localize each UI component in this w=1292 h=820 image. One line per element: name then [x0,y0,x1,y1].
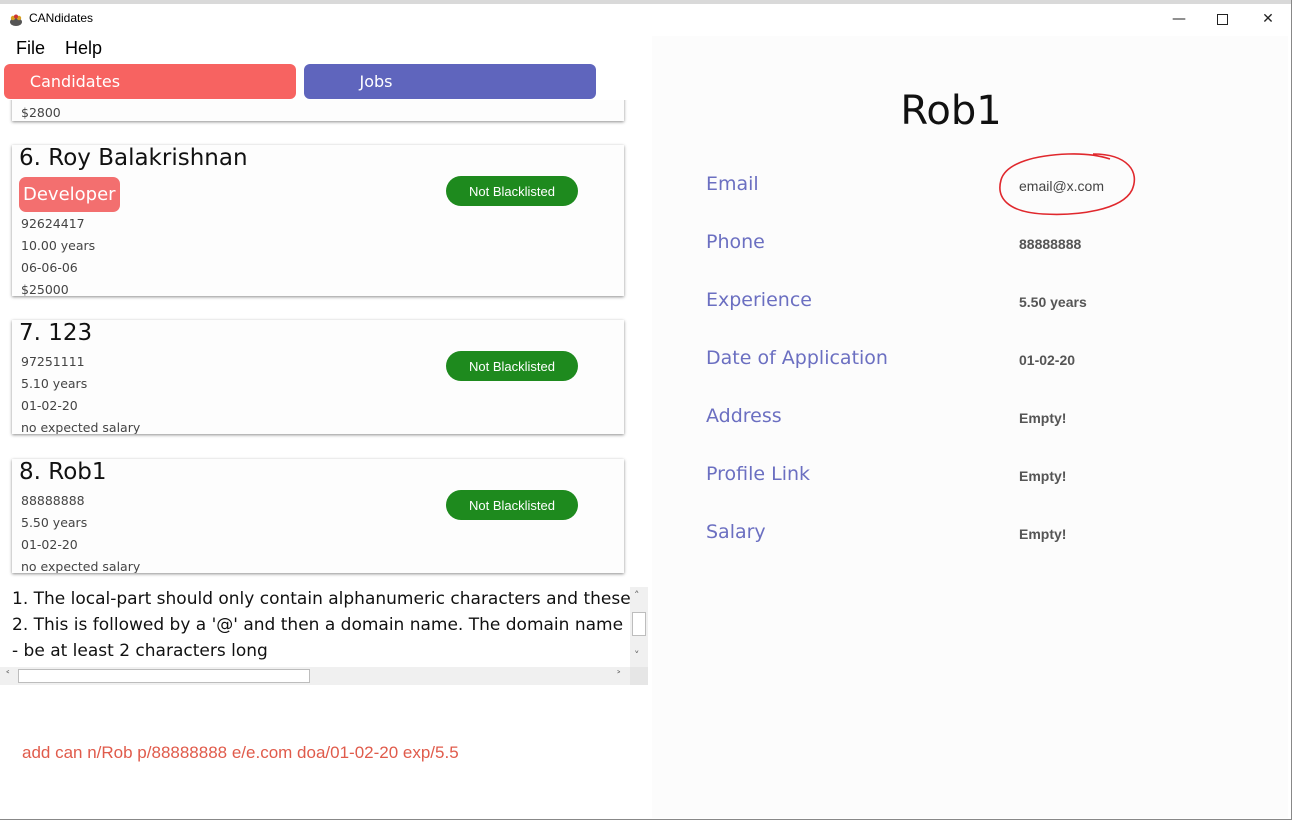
menu-file[interactable]: File [16,38,45,59]
candidate-title: 8. Rob1 [19,459,107,485]
candidate-phone: 92624417 [21,216,85,231]
result-line: - be at least 2 characters long [12,641,268,661]
tab-candidates[interactable]: Candidates [4,64,296,99]
blacklist-status-badge: Not Blacklisted [446,351,578,381]
candidate-date: 01-02-20 [21,398,78,413]
detail-panel [652,36,1288,818]
blacklist-status-badge: Not Blacklisted [446,490,578,520]
candidate-salary: $2800 [21,105,61,120]
maximize-button[interactable] [1199,4,1245,34]
blacklist-status-badge: Not Blacklisted [446,176,578,206]
tab-candidates-label: Candidates [29,72,121,91]
field-label-experience: Experience [706,289,812,311]
title-bar: CANdidates — ✕ [0,4,1292,34]
candidate-card[interactable]: 6. Roy Balakrishnan Developer Not Blackl… [12,145,624,296]
field-value-address: Empty! [1019,410,1067,426]
field-label-salary: Salary [706,521,766,543]
vertical-scroll-thumb[interactable] [632,612,646,636]
field-label-email: Email [706,173,759,195]
candidate-card-partial[interactable]: $2800 [12,100,624,121]
field-label-date-of-application: Date of Application [706,347,888,369]
minimize-button[interactable]: — [1156,4,1202,34]
field-label-phone: Phone [706,231,765,253]
tab-jobs-label: Jobs [359,72,393,91]
candidate-title: 6. Roy Balakrishnan [19,145,248,171]
minimize-icon: — [1172,11,1186,27]
detail-name: Rob1 [900,88,1002,134]
candidate-experience: 5.10 years [21,376,88,391]
window-title: CANdidates [29,11,94,25]
candidate-salary: $25000 [21,282,69,296]
candidate-experience: 10.00 years [21,238,96,253]
close-icon: ✕ [1262,11,1274,27]
scroll-left-icon[interactable]: ˂ [5,669,11,682]
scrollbar-corner [630,667,648,685]
command-input[interactable]: add can n/Rob p/88888888 e/e.com doa/01-… [22,743,459,763]
field-value-phone: 88888888 [1019,236,1082,252]
scroll-up-icon[interactable]: ˄ [634,589,640,602]
field-label-address: Address [706,405,782,427]
result-line: 2. This is followed by a '@' and then a … [12,615,624,635]
field-value-profile-link: Empty! [1019,468,1067,484]
candidate-phone: 97251111 [21,354,85,369]
close-button[interactable]: ✕ [1245,4,1291,34]
role-tag: Developer [19,177,120,212]
tab-jobs[interactable]: Jobs [304,64,596,99]
candidate-salary: no expected salary [21,559,141,573]
scroll-down-icon[interactable]: ˅ [634,649,640,662]
candidate-card[interactable]: 7. 123 Not Blacklisted 97251111 5.10 yea… [12,320,624,434]
candidate-date: 06-06-06 [21,260,78,275]
app-icon [10,14,22,26]
result-line: 1. The local-part should only contain al… [12,589,631,609]
candidate-card[interactable]: 8. Rob1 Not Blacklisted 88888888 5.50 ye… [12,459,624,573]
candidate-experience: 5.50 years [21,515,88,530]
menu-help[interactable]: Help [65,38,102,59]
field-value-salary: Empty! [1019,526,1067,542]
horizontal-scroll-thumb[interactable] [18,669,310,683]
candidate-phone: 88888888 [21,493,85,508]
candidate-list[interactable]: $2800 6. Roy Balakrishnan Developer Not … [0,100,648,578]
field-value-date-of-application: 01-02-20 [1019,352,1076,368]
maximize-icon [1216,13,1228,25]
candidate-salary: no expected salary [21,420,141,434]
scroll-right-icon[interactable]: ˃ [616,669,622,682]
candidate-date: 01-02-20 [21,537,78,552]
field-label-profile-link: Profile Link [706,463,811,485]
candidate-title: 7. 123 [19,320,93,346]
field-value-experience: 5.50 years [1019,294,1087,310]
annotation-circle [999,153,1136,216]
